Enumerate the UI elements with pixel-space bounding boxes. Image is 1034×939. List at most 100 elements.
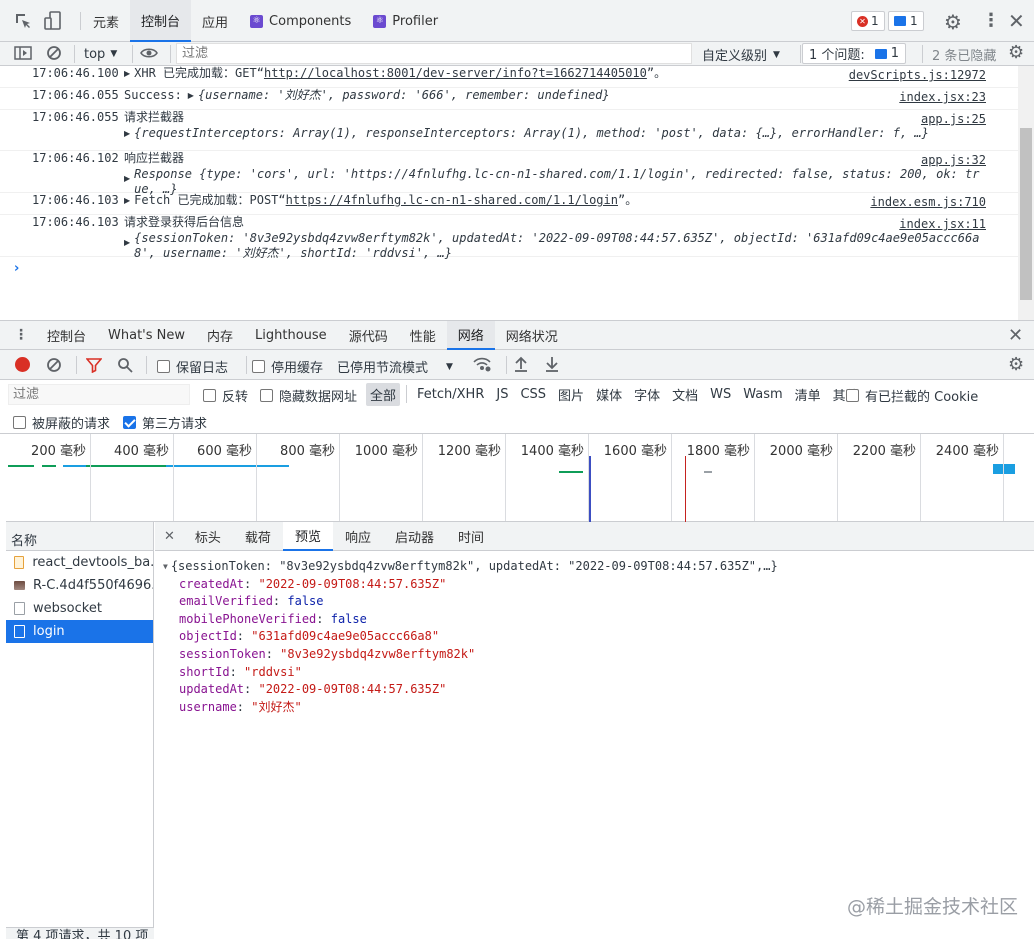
json-key: createdAt bbox=[179, 576, 245, 591]
close-drawer-icon[interactable]: ✕ bbox=[1008, 325, 1023, 346]
record-icon[interactable] bbox=[15, 357, 30, 372]
request-row[interactable]: react_devtools_ba... bbox=[6, 551, 153, 574]
devtools-tab[interactable]: 元素 bbox=[82, 0, 130, 42]
network-settings-gear-icon[interactable]: ⚙ bbox=[1008, 354, 1024, 375]
detail-tab[interactable]: 预览 bbox=[282, 521, 333, 551]
more-options-icon[interactable]: ⋮ bbox=[982, 10, 1000, 31]
devtools-tab[interactable]: ⚛ Profiler bbox=[362, 0, 449, 42]
source-link[interactable]: index.esm.js:710 bbox=[870, 195, 986, 210]
request-row[interactable]: websocket bbox=[6, 597, 153, 620]
console-scrollbar[interactable] bbox=[1018, 66, 1034, 320]
console-prompt[interactable]: › bbox=[0, 257, 1018, 279]
console-filter-input[interactable] bbox=[176, 43, 692, 64]
sidebar-toggle-icon[interactable] bbox=[14, 46, 32, 60]
drawer-tab[interactable]: 源代码 bbox=[338, 321, 399, 350]
log-object[interactable]: {username: '刘好杰', password: '666', remem… bbox=[198, 88, 610, 103]
drawer-tab[interactable]: 控制台 bbox=[36, 321, 97, 350]
detail-tab[interactable]: 启动器 bbox=[383, 522, 446, 551]
resource-type-filter[interactable]: Fetch/XHR bbox=[413, 385, 488, 404]
resource-type-filter[interactable]: 图片 bbox=[554, 383, 588, 406]
device-toolbar-icon[interactable] bbox=[44, 11, 62, 31]
resource-type-filter[interactable]: 媒体 bbox=[592, 383, 626, 406]
message-timestamp: 17:06:46.103 bbox=[32, 193, 119, 207]
resource-type-filter[interactable]: 全部 bbox=[366, 382, 401, 406]
log-object[interactable]: {sessionToken: '8v3e92ysbdq4zvw8erftym82… bbox=[134, 231, 979, 246]
resource-type-filter[interactable]: 清单 bbox=[791, 383, 825, 406]
network-conditions-icon[interactable] bbox=[472, 355, 492, 373]
devtools-tab[interactable]: ⚛ Components bbox=[239, 0, 362, 42]
log-url-link[interactable]: http://localhost:8001/dev-server/info?t=… bbox=[264, 66, 647, 81]
blocked-requests-checkbox[interactable]: 被屏蔽的请求 bbox=[13, 413, 110, 432]
log-levels-label: 自定义级别 bbox=[702, 49, 768, 64]
timeline-tick-label: 800 毫秒 bbox=[280, 444, 335, 459]
third-party-checkbox[interactable]: 第三方请求 bbox=[123, 413, 207, 432]
request-row[interactable]: R-C.4d4f550f4696... bbox=[6, 574, 153, 597]
message-body: 请求拦截器 ▶ {requestInterceptors: Array(1), re… bbox=[124, 110, 1018, 141]
resource-type-filter[interactable]: 字体 bbox=[630, 383, 664, 406]
preserve-log-checkbox[interactable]: 保留日志 bbox=[157, 357, 228, 376]
requests-count-label: 第 4 项请求，共 10 项 bbox=[16, 929, 149, 939]
expand-triangle-icon: ▼ bbox=[163, 562, 168, 571]
devtools-tab[interactable]: 应用 bbox=[191, 0, 239, 42]
log-prefix: Fetch 已完成加载：POST“ bbox=[134, 193, 286, 207]
detail-tab[interactable]: 时间 bbox=[446, 522, 496, 551]
issues-button[interactable]: 1 个问题: 1 bbox=[802, 43, 907, 64]
drawer-tab[interactable]: 网络状况 bbox=[495, 321, 569, 350]
drawer-tab[interactable]: 性能 bbox=[399, 321, 447, 350]
error-badge[interactable]: ✕ 1 bbox=[851, 11, 885, 31]
expand-triangle-icon: ▶ bbox=[124, 129, 131, 138]
blocked-cookies-checkbox[interactable]: 有已拦截的 Cookie bbox=[846, 386, 978, 405]
request-row[interactable]: login bbox=[6, 620, 153, 643]
source-link[interactable]: app.js:25 bbox=[921, 112, 986, 127]
drawer-tab[interactable]: 内存 bbox=[196, 321, 244, 350]
resource-type-filter[interactable]: WS bbox=[706, 385, 735, 404]
source-link[interactable]: index.jsx:23 bbox=[899, 90, 986, 105]
source-link[interactable]: index.jsx:11 bbox=[899, 217, 986, 232]
context-selector[interactable]: top ▼ bbox=[84, 45, 117, 63]
console-settings-gear-icon[interactable]: ⚙ bbox=[1008, 42, 1024, 63]
import-har-icon[interactable] bbox=[514, 356, 528, 372]
message-badge[interactable]: 1 bbox=[888, 11, 924, 31]
requests-header[interactable]: 名称 bbox=[6, 522, 153, 551]
drawer-tab-label: 控制台 bbox=[47, 330, 87, 345]
resource-type-filter[interactable]: JS bbox=[492, 385, 512, 404]
resource-type-filter[interactable]: Wasm bbox=[739, 385, 786, 404]
drawer-tab[interactable]: Lighthouse bbox=[244, 321, 338, 350]
log-url-link[interactable]: https://4fnlufhg.lc-cn-n1-shared.com/1.1… bbox=[286, 193, 618, 208]
watermark: @稀土掘金技术社区 bbox=[847, 896, 1019, 918]
throttling-dropdown[interactable]: 已停用节流模式 ▼ bbox=[337, 357, 453, 376]
close-devtools-icon[interactable]: ✕ bbox=[1008, 9, 1025, 33]
source-link[interactable]: app.js:32 bbox=[921, 153, 986, 168]
log-object[interactable]: {requestInterceptors: Array(1), response… bbox=[134, 126, 929, 141]
hide-data-urls-label: 隐藏数据网址 bbox=[279, 390, 358, 405]
log-levels-dropdown[interactable]: 自定义级别 ▼ bbox=[702, 45, 780, 64]
drawer-tab[interactable]: What's New bbox=[97, 321, 196, 350]
clear-log-icon[interactable] bbox=[46, 357, 62, 373]
detail-tab[interactable]: 标头 bbox=[183, 522, 233, 551]
settings-gear-icon[interactable]: ⚙ bbox=[944, 10, 962, 34]
source-link[interactable]: devScripts.js:12972 bbox=[849, 68, 986, 83]
close-detail-icon[interactable]: ✕ bbox=[164, 529, 175, 544]
log-object[interactable]: Response {type: 'cors', url: 'https://4f… bbox=[134, 167, 979, 182]
invert-checkbox[interactable]: 反转 bbox=[203, 386, 248, 405]
network-overview-timeline[interactable]: 200 毫秒 400 毫秒 600 毫秒 800 毫秒 1000 毫秒 1200 毫秒 14… bbox=[6, 434, 1034, 522]
disable-cache-checkbox[interactable]: 停用缓存 bbox=[252, 357, 323, 376]
hidden-count: 2 条已隐藏 bbox=[932, 49, 997, 64]
devtools-tab[interactable]: 控制台 bbox=[130, 0, 192, 42]
detail-tab[interactable]: 载荷 bbox=[233, 522, 283, 551]
network-filter-input[interactable] bbox=[8, 384, 190, 405]
drawer-menu-icon[interactable]: ⋮ bbox=[14, 327, 28, 343]
hide-data-urls-checkbox[interactable]: 隐藏数据网址 bbox=[260, 386, 357, 405]
clear-console-icon[interactable] bbox=[46, 45, 62, 61]
drawer-tab[interactable]: 网络 bbox=[446, 321, 495, 350]
search-icon[interactable] bbox=[117, 357, 133, 373]
export-har-icon[interactable] bbox=[545, 356, 559, 372]
resource-type-filter[interactable]: CSS bbox=[516, 385, 550, 404]
detail-tab[interactable]: 响应 bbox=[333, 522, 383, 551]
resource-type-filter[interactable]: 文档 bbox=[668, 383, 702, 406]
json-root[interactable]: ▼ {sessionToken: "8v3e92ysbdq4zvw8erftym… bbox=[163, 558, 778, 576]
inspect-element-icon[interactable] bbox=[14, 12, 32, 30]
eye-icon[interactable] bbox=[140, 46, 158, 60]
dropdown-arrow-icon: ▼ bbox=[773, 49, 780, 60]
filter-funnel-icon[interactable] bbox=[86, 357, 102, 373]
